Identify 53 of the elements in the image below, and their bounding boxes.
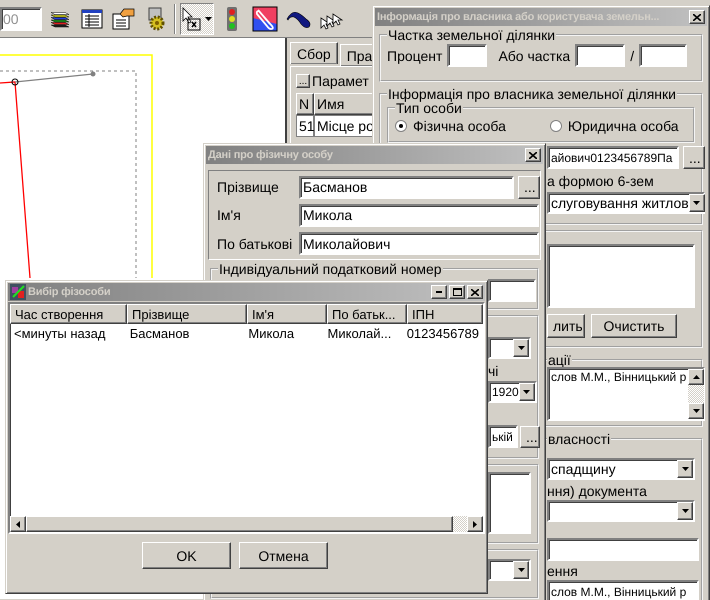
group-label: Частка земельної ділянки — [387, 28, 556, 42]
table-cell-text: 0123456789 — [406, 326, 480, 340]
table-cell-text: Миколай... — [326, 326, 392, 340]
field-label: Або частка — [498, 48, 570, 64]
separator-label: / — [630, 48, 634, 64]
browse-button[interactable]: ... — [520, 426, 540, 448]
browse-button[interactable]: ... — [296, 74, 310, 88]
dropdown[interactable]: слуговування житлов — [547, 192, 705, 214]
tab[interactable]: Сбор — [290, 42, 338, 64]
ok-button[interactable]: OK — [142, 542, 231, 569]
input-field[interactable]: ькій — [488, 425, 518, 448]
window-title: Вибір фізособи — [28, 286, 112, 298]
group-label: Тип особи — [396, 101, 463, 115]
column-header: N — [296, 93, 314, 115]
text-area[interactable]: слов М.М., Вінницький р — [547, 367, 705, 421]
action-button[interactable]: лить — [547, 314, 585, 338]
dropdown[interactable]: 1920 — [488, 381, 537, 403]
table-cell-text: Басманов — [128, 326, 190, 340]
panel-title: Парамет — [312, 73, 369, 89]
radio-button[interactable]: Юридична особа — [550, 118, 679, 134]
group-label: Інформація про власника земельної ділянки — [387, 87, 677, 101]
field-label: Прізвище — [217, 179, 280, 196]
clear-button[interactable]: Очистить — [591, 314, 677, 338]
column-header[interactable]: Ім'я — [247, 304, 327, 324]
input-field[interactable]: айович0123456789Па — [547, 146, 679, 169]
input-field[interactable]: Басманов — [299, 176, 514, 199]
list-view[interactable]: Час створення Прізвище Ім'я По батьк... ІПН <минуты назад Басманов Микола Миколай... 0123456789 — [8, 302, 485, 534]
field-label: Ім'я — [217, 207, 242, 224]
column-header[interactable]: По батьк... — [327, 304, 407, 324]
field-label: ння) документа — [547, 483, 647, 499]
field-label: ення — [547, 563, 578, 579]
column-header[interactable]: Час створення — [10, 304, 127, 324]
column-header[interactable]: ІПН — [407, 304, 483, 324]
field-label: а формою 6-зем — [547, 173, 654, 189]
field-label: чі — [488, 363, 498, 379]
group-label: ації — [547, 353, 572, 367]
dropdown[interactable]: спадщину — [547, 458, 695, 480]
radio-button[interactable]: Фізична особа — [395, 118, 506, 134]
browse-button[interactable]: ... — [683, 146, 705, 169]
input-field[interactable]: Микола — [299, 204, 539, 227]
browse-button[interactable]: ... — [518, 176, 540, 199]
input-field[interactable]: слов М.М., Вінницький р — [547, 580, 699, 600]
input-field[interactable]: Миколайович — [299, 232, 539, 256]
table-cell-text: Микола — [247, 326, 296, 340]
group-label: власності — [547, 432, 612, 446]
field-label: Процент — [387, 48, 442, 64]
field-label: По батькові — [217, 236, 294, 252]
table-cell: 51 — [296, 115, 314, 137]
table-cell-text: <минуты назад — [13, 326, 106, 340]
group-label: Індивідуальний податковий номер — [218, 262, 443, 276]
column-header[interactable]: Прізвище — [127, 304, 247, 324]
window-title: Дані про фізичну особу — [208, 149, 334, 161]
cancel-button[interactable]: Отмена — [239, 542, 328, 569]
